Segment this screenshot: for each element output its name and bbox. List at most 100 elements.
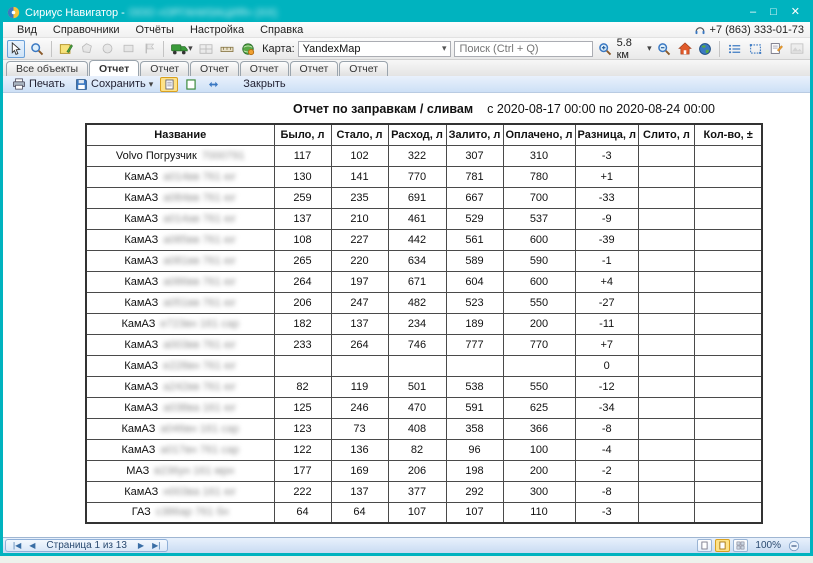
zoom-search-button[interactable] — [28, 40, 46, 58]
menu-item-справочники[interactable]: Справочники — [45, 24, 128, 36]
prev-page-button[interactable]: ◀ — [26, 541, 38, 550]
column-header: Название — [86, 124, 274, 145]
report-content: Отчет по заправкам / сливамс 2020-08-17 … — [3, 93, 810, 537]
table-row: МАЗв236ун 161 мрн177169206198200-2 — [86, 460, 762, 481]
circle-tool-button[interactable] — [99, 40, 117, 58]
home-button[interactable] — [676, 40, 694, 58]
close-report-button[interactable]: Закрыть — [240, 77, 288, 92]
value-cell: 366 — [503, 418, 575, 439]
support-phone: +7 (863) 333-01-73 — [694, 24, 804, 36]
value-cell — [638, 376, 694, 397]
view-facing-pages-toggle[interactable] — [182, 77, 200, 92]
map-label: Карта: — [262, 43, 295, 55]
scale-dropdown-arrow-icon[interactable]: ▾ — [647, 43, 652, 54]
last-page-button[interactable]: ▶| — [149, 541, 163, 550]
flag-icon — [143, 42, 156, 55]
vehicle-name-cell: КамАЗа014вв 761 юг — [86, 166, 274, 187]
value-cell: 442 — [388, 229, 446, 250]
tab-2[interactable]: Отчет — [140, 61, 189, 76]
edit-note-button[interactable] — [767, 40, 785, 58]
list-view-button[interactable] — [725, 40, 743, 58]
tab-5[interactable]: Отчет — [290, 61, 339, 76]
ruler-icon — [220, 43, 234, 55]
select-area-button[interactable] — [746, 40, 764, 58]
value-cell: 561 — [446, 229, 503, 250]
table-row: КамАЗа242вв 761 юг82119501538550-12 — [86, 376, 762, 397]
first-page-button[interactable]: |◀ — [10, 541, 24, 550]
value-cell: 781 — [446, 166, 503, 187]
print-button[interactable]: Печать — [9, 77, 68, 92]
vehicle-name: Volvo Погрузчик — [116, 150, 197, 162]
value-cell: -33 — [575, 187, 638, 208]
tab-6[interactable]: Отчет — [339, 61, 388, 76]
flag-tool-button[interactable] — [141, 40, 159, 58]
value-cell: 246 — [331, 397, 388, 418]
view-fit-width-toggle[interactable] — [204, 77, 222, 92]
value-cell: 501 — [388, 376, 446, 397]
image-view-button[interactable] — [788, 40, 806, 58]
next-page-button[interactable]: ▶ — [135, 541, 147, 550]
edit-map-button[interactable] — [57, 40, 75, 58]
value-cell — [694, 271, 762, 292]
value-cell: 200 — [503, 313, 575, 334]
value-cell: 550 — [503, 292, 575, 313]
value-cell — [694, 418, 762, 439]
minimize-button[interactable]: – — [750, 3, 756, 22]
save-icon — [75, 78, 88, 91]
value-cell — [388, 355, 446, 376]
route-tool-button[interactable] — [239, 40, 257, 58]
report-title: Отчет по заправкам / сливам — [293, 102, 473, 116]
value-cell — [638, 166, 694, 187]
vehicle-name: КамАЗ — [124, 213, 158, 225]
save-button[interactable]: Сохранить ▾ — [72, 77, 156, 92]
value-cell: 591 — [446, 397, 503, 418]
polygon-tool-button[interactable] — [78, 40, 96, 58]
print-button-label: Печать — [29, 78, 65, 90]
menu-item-отчёты[interactable]: Отчёты — [128, 24, 182, 36]
rectangle-icon — [122, 42, 135, 55]
value-cell — [638, 187, 694, 208]
menu-item-справка[interactable]: Справка — [252, 24, 311, 36]
vehicle-plate-blurred: а242вв 761 юг — [163, 381, 236, 393]
tab-1[interactable]: Отчет — [89, 60, 139, 76]
vehicle-name: КамАЗ — [121, 318, 155, 330]
vehicle-name: КамАЗ — [124, 339, 158, 351]
pointer-icon — [10, 42, 22, 55]
truck-dropdown-arrow-icon: ▾ — [188, 43, 193, 54]
value-cell: 377 — [388, 481, 446, 502]
pointer-tool-button[interactable] — [7, 40, 25, 58]
world-map-button[interactable] — [696, 40, 714, 58]
save-dropdown-arrow-icon[interactable]: ▾ — [149, 79, 154, 90]
tab-4[interactable]: Отчет — [240, 61, 289, 76]
vehicle-menu-button[interactable]: ▾ — [169, 40, 194, 58]
value-cell: 137 — [331, 313, 388, 334]
value-cell — [638, 481, 694, 502]
value-cell — [503, 355, 575, 376]
column-header: Оплачено, л — [503, 124, 575, 145]
value-cell — [694, 439, 762, 460]
zoom-in-button[interactable] — [596, 40, 614, 58]
view-mode-normal-button[interactable] — [697, 539, 712, 552]
menu-item-вид[interactable]: Вид — [9, 24, 45, 36]
save-button-label: Сохранить — [91, 78, 146, 90]
maximize-button[interactable]: □ — [770, 3, 777, 22]
view-single-page-toggle[interactable] — [160, 77, 178, 92]
view-mode-page-button[interactable] — [715, 539, 730, 552]
close-button[interactable]: ✕ — [791, 3, 800, 22]
zoom-out-button[interactable] — [655, 40, 673, 58]
value-cell: 590 — [503, 250, 575, 271]
ruler-tool-button[interactable] — [218, 40, 236, 58]
map-select[interactable]: YandexMap ▾ — [298, 41, 451, 57]
tab-3[interactable]: Отчет — [190, 61, 239, 76]
search-input[interactable] — [454, 41, 593, 57]
grid-tool-button[interactable] — [197, 40, 215, 58]
grid-icon — [199, 43, 213, 55]
view-mode-multi-button[interactable] — [733, 539, 748, 552]
value-cell: +1 — [575, 166, 638, 187]
status-bar: |◀ ◀ Страница 1 из 13 ▶ ▶| 100% — [3, 537, 810, 553]
rectangle-tool-button[interactable] — [120, 40, 138, 58]
zoom-decrease-button[interactable] — [788, 540, 800, 552]
menu-item-настройка[interactable]: Настройка — [182, 24, 252, 36]
value-cell — [638, 313, 694, 334]
tab-0[interactable]: Все объекты — [6, 61, 88, 76]
